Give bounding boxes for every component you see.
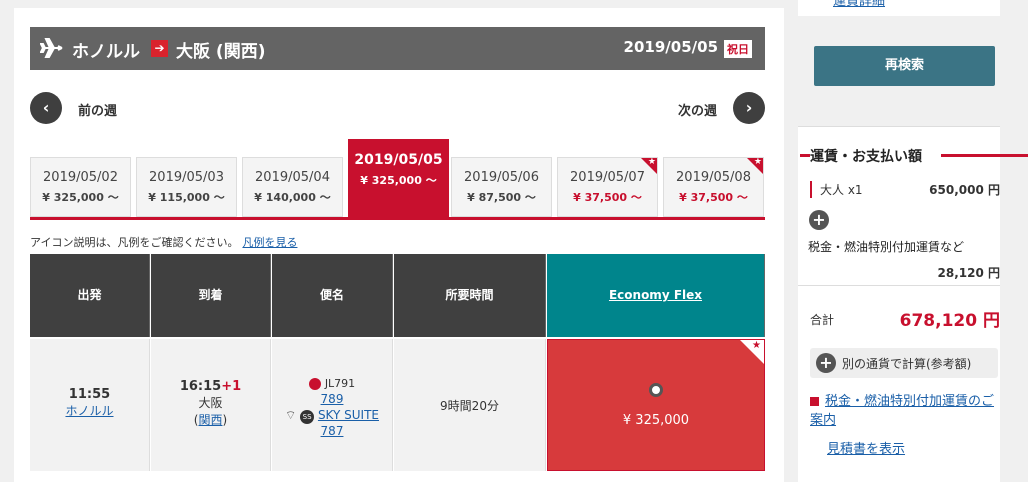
- jal-logo-icon: [308, 378, 321, 390]
- date-tab[interactable]: 2019/05/02 ¥ 325,000 〜: [30, 157, 131, 217]
- tax-amount: 28,120 円: [937, 266, 1001, 280]
- star-icon: ★: [747, 158, 763, 174]
- title-accent: [941, 154, 1028, 157]
- fare-radio[interactable]: [649, 383, 663, 397]
- date-tab-date: 2019/05/06: [464, 170, 539, 185]
- arrive-day-offset: +1: [221, 379, 242, 394]
- tax-label: 税金・燃油特別付加運賃など: [808, 240, 965, 254]
- legend-note: アイコン説明は、凡例をご確認ください。 凡例を見る: [30, 234, 297, 250]
- chevron-left-icon: ‹: [42, 98, 50, 117]
- flight-number: JL791: [324, 377, 356, 390]
- route-date: 2019/05/05: [623, 38, 718, 56]
- depart-cell: 11:55 ホノルル: [30, 339, 150, 471]
- chevron-right-icon: ›: [745, 98, 753, 117]
- date-tab-date: 2019/05/05: [354, 152, 443, 168]
- flight-number-line: JL791: [272, 377, 392, 390]
- plus-icon: +: [816, 353, 836, 373]
- header-flight: 便名: [272, 254, 393, 337]
- next-week-label[interactable]: 次の週: [678, 100, 717, 119]
- legend-text: アイコン説明は、凡例をご確認ください。: [30, 236, 239, 249]
- arrive-cell: 16:15+1 大阪 (関西): [151, 339, 271, 471]
- header-depart: 出発: [30, 254, 150, 337]
- total-label: 合計: [810, 313, 835, 327]
- fare-select-cell[interactable]: ★ ¥ 325,000: [547, 339, 765, 471]
- date-tab-date: 2019/05/03: [149, 170, 224, 185]
- week-nav: ‹ 前の週 次の週 ›: [30, 92, 765, 124]
- plus-icon[interactable]: +: [809, 210, 829, 230]
- date-tab-price: ¥ 325,000 〜: [360, 174, 437, 187]
- total-amount: 678,120 円: [899, 311, 1000, 331]
- header-duration: 所要時間: [394, 254, 546, 337]
- arrive-time: 16:15: [179, 379, 222, 394]
- date-tab-price: ¥ 325,000 〜: [42, 191, 119, 204]
- route-origin: ホノルル: [72, 42, 140, 62]
- tax-info-text: 税金・燃油特別付加運賃のご案内: [810, 394, 995, 428]
- date-tab-price: ¥ 87,500 〜: [467, 191, 536, 204]
- arrive-airport-line: (関西): [193, 413, 228, 427]
- fare-detail-link[interactable]: 運賃詳細: [833, 0, 885, 9]
- date-tab[interactable]: 2019/05/04 ¥ 140,000 〜: [242, 157, 343, 217]
- quote-link[interactable]: 見積書を表示: [827, 438, 905, 457]
- currency-label: 別の通貨で計算(参考額): [842, 357, 972, 371]
- depart-time: 11:55: [68, 387, 111, 402]
- date-tab-price: ¥ 37,500 〜: [679, 191, 748, 204]
- seat-type-link[interactable]: SKY SUITE 787: [318, 408, 379, 438]
- wifi-icon: ⌔: [285, 408, 297, 422]
- holiday-badge: 祝日: [724, 40, 752, 58]
- arrive-time-line: 16:15+1: [151, 379, 270, 394]
- tax-info-link[interactable]: 税金・燃油特別付加運賃のご案内: [810, 392, 998, 430]
- seat-line: ⌔ SS SKY SUITE 787: [272, 408, 392, 438]
- star-icon: ★: [641, 158, 657, 174]
- date-tabs: 2019/05/02 ¥ 325,000 〜 2019/05/03 ¥ 115,…: [30, 139, 765, 220]
- arrow-right-icon: ➔: [151, 40, 168, 57]
- flight-cell: JL791 789 ⌔ SS SKY SUITE 787: [272, 339, 393, 471]
- prev-week-label[interactable]: 前の週: [78, 100, 117, 119]
- date-tab[interactable]: ★ 2019/05/07 ¥ 37,500 〜: [557, 157, 658, 217]
- next-week-button[interactable]: ›: [733, 92, 765, 124]
- fare-price: ¥ 325,000: [622, 413, 690, 428]
- title-accent: [800, 154, 810, 157]
- duration: 9時間20分: [440, 399, 499, 413]
- economy-flex-link[interactable]: Economy Flex: [609, 288, 702, 302]
- date-tab[interactable]: ★ 2019/05/08 ¥ 37,500 〜: [663, 157, 764, 217]
- depart-city-link[interactable]: ホノルル: [30, 402, 149, 419]
- header-economy-flex[interactable]: Economy Flex: [547, 254, 765, 337]
- aircraft-link[interactable]: 789: [272, 392, 392, 406]
- sky-suite-icon: SS: [300, 410, 315, 424]
- duration-cell: 9時間20分: [394, 339, 546, 471]
- route-destination: 大阪 (関西): [176, 42, 266, 62]
- prev-week-button[interactable]: ‹: [30, 92, 62, 124]
- date-tab-price: ¥ 37,500 〜: [573, 191, 642, 204]
- external-link-icon: [810, 397, 819, 406]
- star-icon: ★: [740, 340, 764, 364]
- date-tab[interactable]: 2019/05/06 ¥ 87,500 〜: [451, 157, 552, 217]
- legend-link[interactable]: 凡例を見る: [242, 236, 297, 249]
- route-header: ホノルル ➔ 大阪 (関西) 2019/05/05 祝日: [30, 27, 765, 70]
- date-tab-date: 2019/05/04: [255, 170, 330, 185]
- header-arrive: 到着: [151, 254, 271, 337]
- adult-row: 大人 x1 650,000 円: [810, 181, 1000, 198]
- arrive-city: 大阪: [198, 396, 223, 410]
- date-tab-selected[interactable]: 2019/05/05 ¥ 325,000 〜: [348, 139, 449, 217]
- fare-summary: 運賃・お支払い額 大人 x1 650,000 円 + 税金・燃油特別付加運賃など…: [798, 126, 1028, 482]
- date-tab-date: 2019/05/02: [43, 170, 118, 185]
- plane-icon: [40, 38, 63, 58]
- arrive-airport-link[interactable]: 関西: [198, 413, 222, 427]
- summary-title: 運賃・お支払い額: [810, 149, 922, 165]
- date-tab-price: ¥ 115,000 〜: [148, 191, 225, 204]
- top-link-box: 運賃詳細: [798, 0, 1000, 16]
- date-tab[interactable]: 2019/05/03 ¥ 115,000 〜: [136, 157, 237, 217]
- research-button[interactable]: 再検索: [814, 46, 995, 86]
- date-tab-price: ¥ 140,000 〜: [254, 191, 331, 204]
- adult-amount: 650,000 円: [929, 183, 1000, 197]
- adult-label: 大人 x1: [820, 183, 863, 197]
- flight-results-panel: ホノルル ➔ 大阪 (関西) 2019/05/05 祝日 ‹ 前の週 次の週 ›…: [14, 8, 784, 482]
- divider: [798, 285, 1000, 286]
- currency-convert-button[interactable]: + 別の通貨で計算(参考額): [810, 348, 998, 378]
